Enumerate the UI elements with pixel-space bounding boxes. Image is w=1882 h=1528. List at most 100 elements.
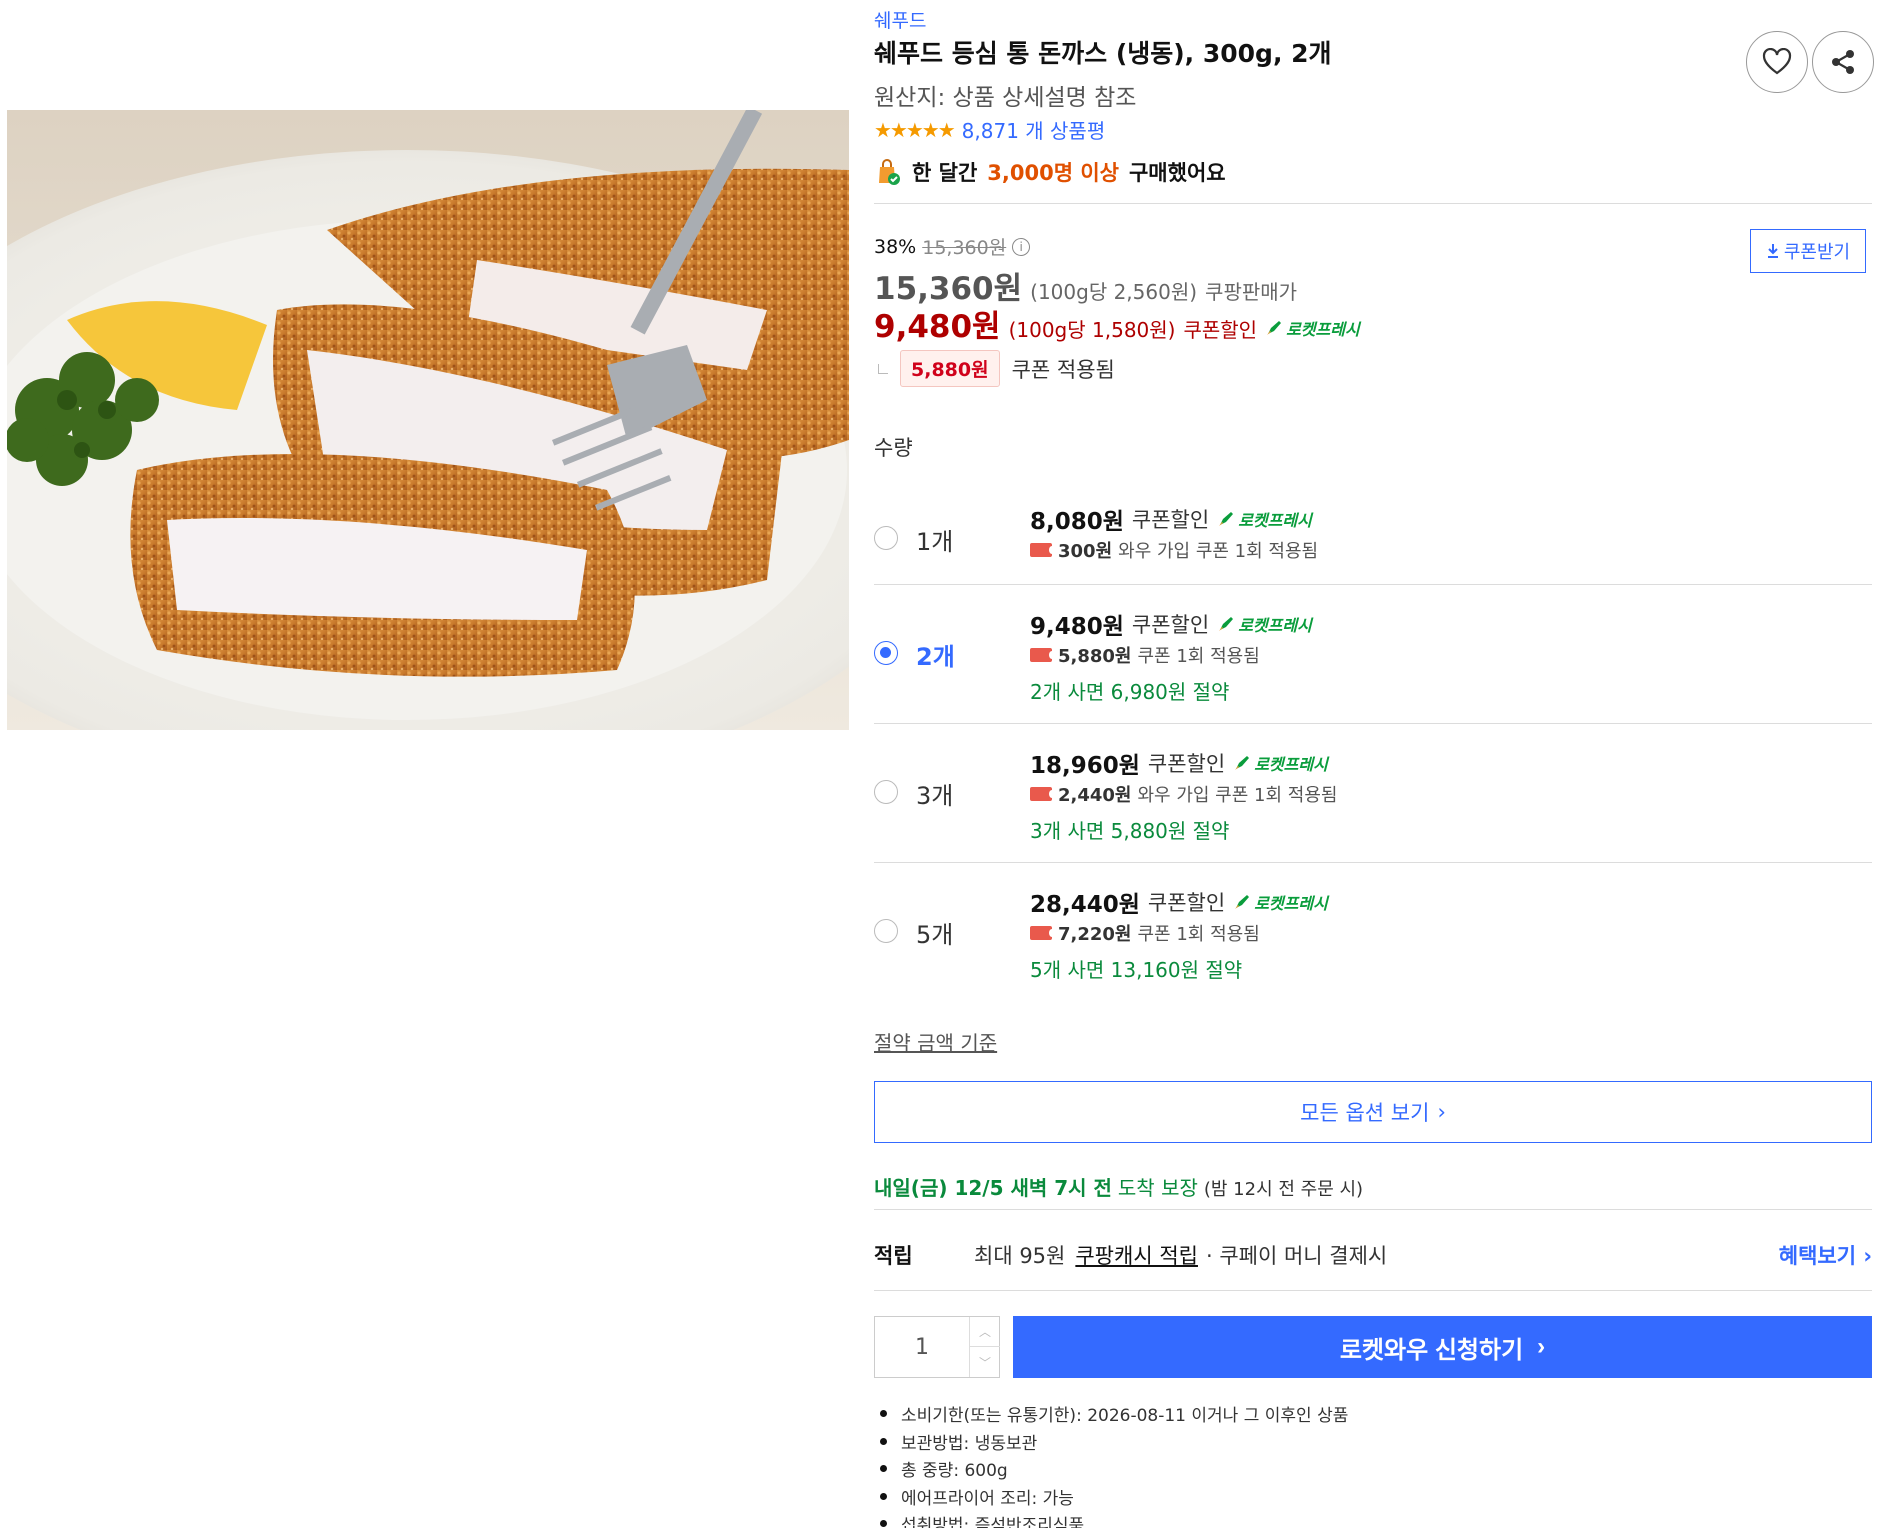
option-label: 쿠폰할인 (1147, 891, 1226, 915)
chevron-down-icon[interactable]: ﹀ (969, 1347, 1000, 1377)
rocket-wow-signup-button[interactable]: 로켓와우 신청하기 › (1013, 1316, 1872, 1378)
option-price: 28,440원 (1030, 892, 1140, 918)
rocket-label: 로켓프레시 (1254, 755, 1328, 774)
note-text: 섭취방법: 즉석반조리식품 (901, 1516, 1085, 1528)
monthly-sales-row: 한 달간 3,000명 이상 구매했어요 (874, 157, 1226, 187)
download-icon (1767, 244, 1778, 258)
rocket-fresh-badge: 로켓프레시 (1217, 507, 1312, 531)
quantity-option-1[interactable]: 1개 8,080원 쿠폰할인 로켓프레시 300원 와우 가입 쿠폰 1회 적용… (874, 478, 1872, 584)
coupon-applied-row: 5,880원 쿠폰 적용됨 (874, 350, 1115, 387)
option-qty: 1개 (916, 528, 954, 556)
delivery-arrive: 도착 보장 (1117, 1176, 1198, 1200)
product-info-panel: 쉐푸드 쉐푸드 등심 통 돈까스 (냉동), 300g, 2개 원산지: 상품 … (874, 0, 1874, 1528)
rocket-wow-signup-label: 로켓와우 신청하기 (1339, 1336, 1524, 1364)
coupon-ticket-icon (1030, 543, 1055, 557)
option-label: 쿠폰할인 (1131, 508, 1210, 532)
option-label: 쿠폰할인 (1131, 613, 1210, 637)
list-item: 에어프라이어 조리: 가능 (874, 1483, 1348, 1511)
chevron-right-icon: › (1537, 1333, 1546, 1360)
discount-rate: 38% (874, 235, 917, 258)
points-row: 적립 최대 95원 쿠팡캐시 적립 · 쿠페이 머니 결제시 혜택보기 › (874, 1240, 1872, 1270)
coupon-button-label: 쿠폰받기 (1783, 242, 1851, 263)
info-icon[interactable]: i (1012, 237, 1031, 256)
coupon-price-row: 9,480원 (100g당 1,580원) 쿠폰할인 로켓프레시 (874, 301, 1360, 346)
coupon-ticket-icon (1030, 926, 1055, 940)
list-item: 보관방법: 냉동보관 (874, 1428, 1348, 1456)
quantity-option-3[interactable]: 3개 18,960원 쿠폰할인 로켓프레시 2,440원 와우 가입 쿠폰 1회… (874, 723, 1872, 862)
option-coupon-line: 2,440원 와우 가입 쿠폰 1회 적용됨 (1030, 781, 1337, 807)
brand-link[interactable]: 쉐푸드 (874, 6, 926, 33)
wishlist-button[interactable] (1746, 31, 1808, 93)
coupon-ticket-icon (1030, 787, 1055, 801)
bullet-icon (880, 1410, 887, 1418)
option-save-text: 3개 사면 5,880원 절약 (1030, 819, 1230, 843)
list-item: 섭취방법: 즉석반조리식품 (874, 1510, 1348, 1528)
option-coupon-text: 쿠폰 1회 적용됨 (1137, 646, 1260, 667)
points-max: 최대 95원 (974, 1244, 1066, 1268)
option-save-text: 5개 사면 13,160원 절약 (1030, 958, 1243, 982)
option-radio[interactable] (874, 780, 898, 804)
quantity-stepper[interactable]: ︿ ﹀ (874, 1316, 1000, 1378)
coupang-cash-link[interactable]: 쿠팡캐시 적립 (1075, 1240, 1198, 1270)
coupon-unit-price: (100g당 1,580원) (1008, 318, 1176, 342)
chevron-right-icon: › (1863, 1244, 1872, 1268)
sales-suffix: 구매했어요 (1128, 161, 1226, 185)
option-coupon-line: 7,220원 쿠폰 1회 적용됨 (1030, 920, 1260, 946)
chevron-up-icon[interactable]: ︿ (969, 1317, 1000, 1347)
points-rest: · 쿠페이 머니 결제시 (1205, 1244, 1388, 1268)
rocket-fresh-badge: 로켓프레시 (1265, 316, 1360, 340)
points-label: 적립 (874, 1244, 913, 1268)
product-notes-list: 소비기한(또는 유통기한): 2026-08-11 이거나 그 이후인 상품 보… (874, 1400, 1348, 1528)
share-button[interactable] (1812, 31, 1874, 93)
rocket-label: 로켓프레시 (1286, 320, 1360, 339)
view-all-options-button[interactable]: 모든 옵션 보기 › (874, 1081, 1872, 1143)
divider (874, 203, 1872, 204)
option-price-line: 28,440원 쿠폰할인 로켓프레시 (1030, 885, 1328, 919)
heart-icon (1762, 48, 1792, 75)
rocket-icon (1267, 321, 1282, 335)
quantity-label: 수량 (874, 436, 913, 460)
view-benefits-link[interactable]: 혜택보기 › (1779, 1240, 1872, 1270)
divider (874, 1209, 1872, 1210)
rocket-fresh-badge: 로켓프레시 (1217, 612, 1312, 636)
option-coupon-amount: 2,440원 (1058, 785, 1132, 806)
view-benefits-label: 혜택보기 (1778, 1244, 1857, 1268)
sales-prefix: 한 달간 (912, 161, 978, 185)
option-radio-selected[interactable] (874, 641, 898, 665)
option-label: 쿠폰할인 (1147, 752, 1226, 776)
option-radio[interactable] (874, 526, 898, 550)
delivery-row: 내일(금) 12/5 새벽 7시 전 도착 보장 (밤 12시 전 주문 시) (874, 1172, 1363, 1201)
option-save-text: 2개 사면 6,980원 절약 (1030, 680, 1230, 704)
sales-highlight: 3,000명 이상 (987, 161, 1119, 185)
bullet-icon (880, 1465, 887, 1473)
coupon-download-button[interactable]: 쿠폰받기 (1750, 229, 1866, 273)
applied-coupon-badge: 5,880원 (900, 350, 1000, 387)
rocket-label: 로켓프레시 (1254, 894, 1328, 913)
option-coupon-line: 300원 와우 가입 쿠폰 1회 적용됨 (1030, 537, 1318, 563)
option-coupon-text: 쿠폰 1회 적용됨 (1137, 924, 1260, 945)
view-all-options-label: 모든 옵션 보기 (1300, 1101, 1430, 1125)
product-image[interactable] (7, 110, 849, 730)
quantity-option-2[interactable]: 2개 9,480원 쿠폰할인 로켓프레시 5,880원 쿠폰 1회 적용됨 2개… (874, 584, 1872, 723)
review-count-link[interactable]: 8,871 개 상품평 (962, 115, 1106, 144)
rocket-icon (1219, 617, 1234, 631)
option-qty: 5개 (916, 921, 954, 949)
savings-criteria-link[interactable]: 절약 금액 기준 (874, 1027, 997, 1056)
chevron-right-icon: › (1437, 1100, 1446, 1124)
quantity-input[interactable] (875, 1317, 969, 1377)
option-coupon-amount: 7,220원 (1058, 924, 1132, 945)
option-qty: 3개 (916, 782, 954, 810)
quantity-option-5[interactable]: 5개 28,440원 쿠폰할인 로켓프레시 7,220원 쿠폰 1회 적용됨 5… (874, 862, 1872, 1001)
option-price-line: 9,480원 쿠폰할인 로켓프레시 (1030, 607, 1312, 641)
coupon-label: 쿠폰할인 (1183, 318, 1258, 342)
coupon-price: 9,480원 (874, 309, 1001, 345)
rocket-icon (1235, 895, 1250, 909)
option-qty: 2개 (916, 643, 955, 671)
rating-row[interactable]: ★★★★★ 8,871 개 상품평 (874, 115, 1105, 144)
option-radio[interactable] (874, 919, 898, 943)
rating-stars: ★★★★★ (874, 117, 956, 142)
option-coupon-amount: 5,880원 (1058, 646, 1132, 667)
note-text: 총 중량: 600g (901, 1461, 1008, 1482)
list-item: 소비기한(또는 유통기한): 2026-08-11 이거나 그 이후인 상품 (874, 1400, 1348, 1428)
discount-row: 38% 15,360원 i (874, 233, 1031, 260)
